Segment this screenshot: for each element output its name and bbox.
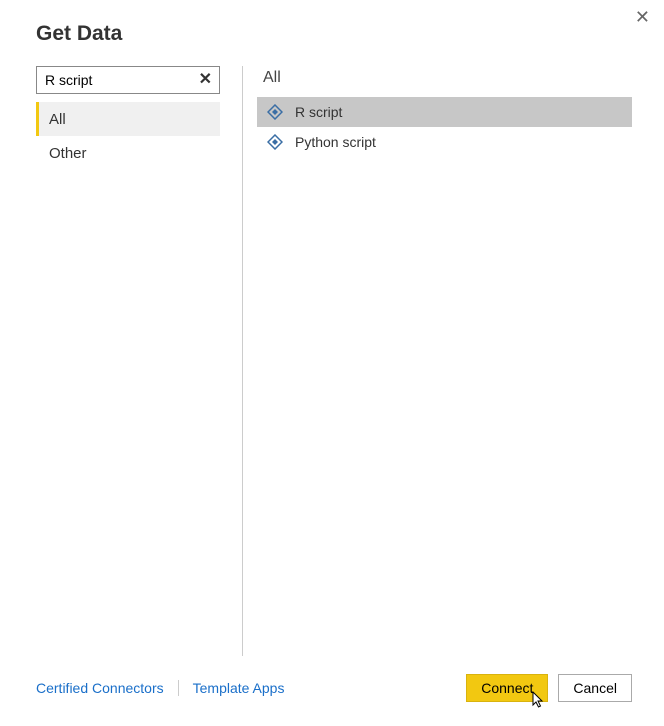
script-diamond-icon [267,134,283,150]
dialog-header: Get Data [0,0,664,66]
script-diamond-icon [267,104,283,120]
connector-list-header: All [257,66,632,97]
connector-label: R script [295,104,342,120]
template-apps-link[interactable]: Template Apps [193,680,285,696]
certified-connectors-link[interactable]: Certified Connectors [36,680,164,696]
connector-panel: All R script [243,66,632,656]
connector-label: Python script [295,134,376,150]
connector-list: R script Python script [257,97,632,157]
connector-item-python-script[interactable]: Python script [257,127,632,157]
category-label: Other [49,145,87,162]
search-box: ✕ [36,66,220,94]
clear-search-icon[interactable]: ✕ [195,72,216,88]
dialog-title: Get Data [36,22,664,46]
connector-item-r-script[interactable]: R script [257,97,632,127]
category-panel: ✕ All Other [36,66,224,656]
category-item-all[interactable]: All [36,102,220,136]
footer-separator [178,680,179,696]
category-item-other[interactable]: Other [36,136,220,170]
category-list: All Other [36,102,223,170]
connect-button[interactable]: Connect [466,674,548,702]
cancel-button[interactable]: Cancel [558,674,632,702]
close-icon[interactable]: ✕ [635,8,650,26]
search-input[interactable] [36,66,220,94]
category-label: All [49,111,66,128]
dialog-footer: Certified Connectors Template Apps Conne… [0,656,664,726]
